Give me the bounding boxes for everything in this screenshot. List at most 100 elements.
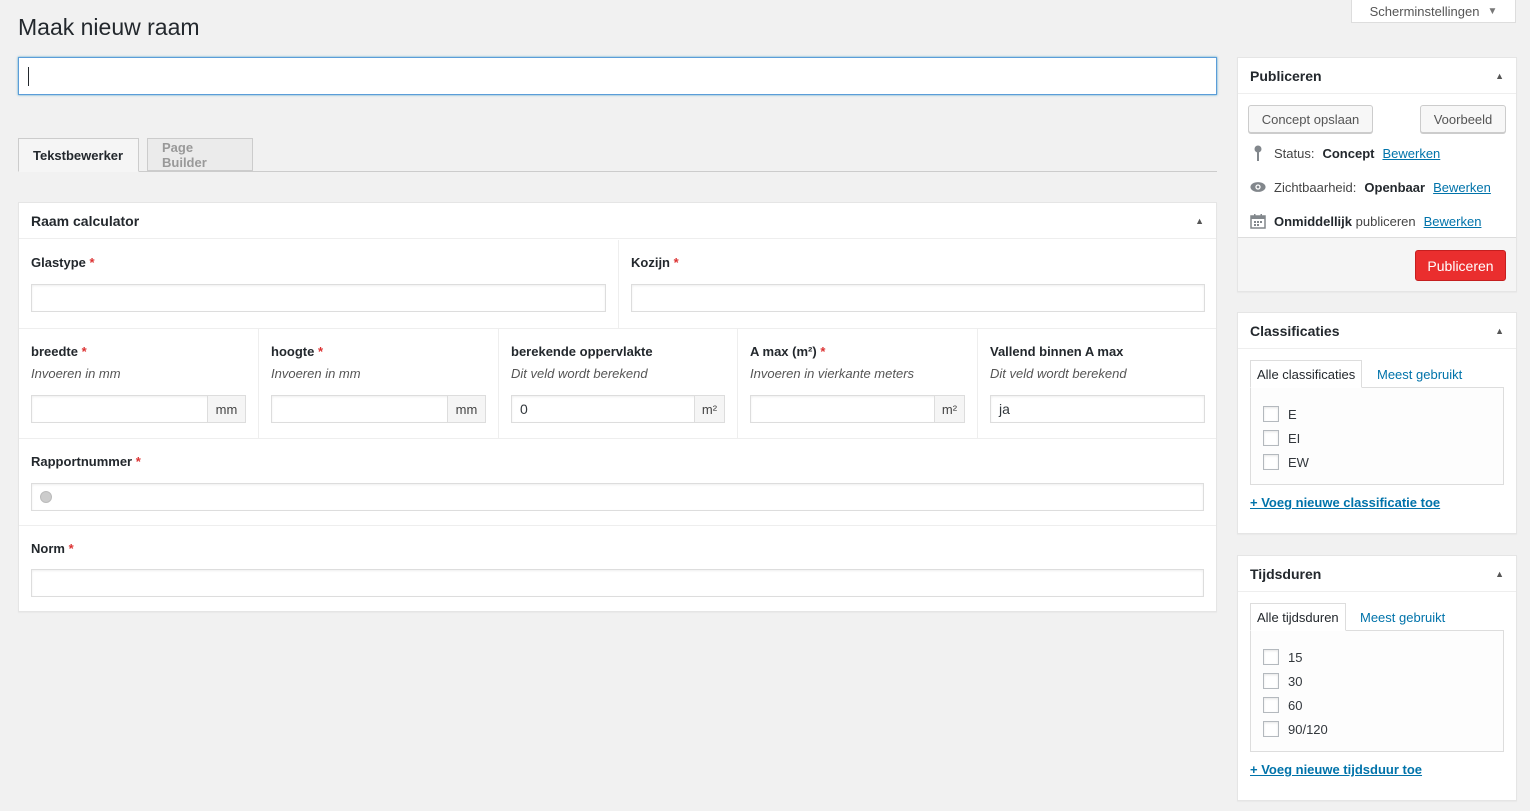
text-caret (28, 67, 29, 86)
unit-append: m² (934, 396, 964, 422)
required-mark: * (317, 344, 324, 359)
checkbox[interactable] (1263, 649, 1279, 665)
checkbox[interactable] (1263, 697, 1279, 713)
breedte-hint: Invoeren in mm (31, 366, 121, 381)
row-glastype-kozijn: Glastype * Kozijn * (19, 240, 1216, 329)
kozijn-label: Kozijn (631, 255, 670, 270)
rapportnummer-input[interactable] (31, 483, 1204, 511)
status-value: Concept (1322, 145, 1375, 161)
amax-hint: Invoeren in vierkante meters (750, 366, 915, 381)
publish-box: Publiceren ▲ Concept opslaan Voorbeeld S… (1237, 57, 1517, 292)
box-title: Publiceren (1250, 67, 1322, 84)
amax-input[interactable]: m² (750, 395, 965, 423)
tijdsduren-box: Tijdsduren ▲ Alle tijdsduren Meest gebru… (1237, 555, 1517, 801)
classificaties-list: E EI EW (1250, 387, 1504, 485)
checklist-item[interactable]: 15 (1263, 645, 1491, 669)
publish-button[interactable]: Publiceren (1415, 250, 1506, 281)
unit-append: mm (207, 396, 245, 422)
oppervlakte-label: berekende oppervlakte (511, 344, 653, 359)
row-rapportnummer: Rapportnummer * (19, 439, 1216, 526)
checkbox[interactable] (1263, 454, 1279, 470)
hoogte-label: hoogte (271, 344, 315, 359)
checklist-item[interactable]: 90/120 (1263, 717, 1491, 741)
classificaties-header[interactable]: Classificaties ▲ (1238, 313, 1516, 349)
visibility-row: Zichtbaarheid: Openbaar Bewerken (1250, 179, 1491, 195)
checkbox[interactable] (1263, 673, 1279, 689)
checkbox[interactable] (1263, 430, 1279, 446)
tab-alle-tijdsduren[interactable]: Alle tijdsduren (1250, 603, 1346, 631)
rapportnummer-label: Rapportnummer (31, 454, 133, 469)
calendar-icon (1250, 213, 1266, 229)
publish-header[interactable]: Publiceren ▲ (1238, 58, 1516, 94)
save-draft-button[interactable]: Concept opslaan (1248, 105, 1373, 133)
preview-button[interactable]: Voorbeeld (1420, 105, 1506, 133)
checklist-item[interactable]: E (1263, 402, 1491, 426)
screen-options-label: Scherminstellingen (1369, 3, 1480, 19)
checklist-item[interactable]: 30 (1263, 669, 1491, 693)
edit-schedule-link[interactable]: Bewerken (1424, 214, 1482, 229)
kozijn-input[interactable] (631, 284, 1205, 312)
field-rapportnummer: Rapportnummer * (19, 439, 1216, 525)
hoogte-input[interactable]: mm (271, 395, 486, 423)
checkbox[interactable] (1263, 406, 1279, 422)
box-title: Raam calculator (31, 212, 140, 229)
tab-meest-gebruikt[interactable]: Meest gebruikt (1371, 360, 1468, 388)
box-title: Classificaties (1250, 322, 1340, 339)
collapse-icon[interactable]: ▲ (1495, 71, 1504, 81)
field-norm: Norm * (19, 526, 1216, 612)
publish-footer: Publiceren (1238, 237, 1516, 291)
tab-tekstbewerker[interactable]: Tekstbewerker (18, 138, 139, 172)
norm-input[interactable] (31, 569, 1204, 597)
edit-visibility-link[interactable]: Bewerken (1433, 180, 1491, 195)
visibility-value: Openbaar (1364, 179, 1426, 195)
glastype-input[interactable] (31, 284, 606, 312)
tab-meest-gebruikt[interactable]: Meest gebruikt (1354, 603, 1451, 631)
tijdsduren-list: 15 30 60 90/120 (1250, 630, 1504, 752)
raam-calculator-header[interactable]: Raam calculator ▲ (19, 203, 1216, 239)
required-mark: * (135, 454, 141, 469)
collapse-icon[interactable]: ▲ (1495, 326, 1504, 336)
tab-page-builder[interactable]: Page Builder (147, 138, 253, 171)
tijdsduren-header[interactable]: Tijdsduren ▲ (1238, 556, 1516, 592)
collapse-icon[interactable]: ▲ (1195, 216, 1204, 226)
required-mark: * (820, 344, 826, 359)
breedte-input[interactable]: mm (31, 395, 246, 423)
checklist-item[interactable]: EI (1263, 426, 1491, 450)
page-title: Maak nieuw raam (18, 14, 200, 40)
required-mark: * (68, 541, 74, 556)
edit-status-link[interactable]: Bewerken (1382, 146, 1440, 161)
field-kozijn: Kozijn * (619, 240, 1217, 328)
eye-icon (1250, 179, 1266, 195)
classificaties-box: Classificaties ▲ Alle classificaties Mee… (1237, 312, 1517, 534)
norm-label: Norm (31, 541, 65, 556)
add-classificatie-link[interactable]: + Voeg nieuwe classificatie toe (1250, 495, 1440, 510)
glastype-label: Glastype (31, 255, 86, 270)
caret-down-icon: ▼ (1487, 5, 1498, 17)
title-input[interactable] (18, 57, 1217, 95)
field-hoogte: hoogte * Invoeren in mm mm (259, 329, 499, 438)
status-row: Status: Concept Bewerken (1250, 145, 1440, 161)
checklist-item[interactable]: 60 (1263, 693, 1491, 717)
schedule-strong: Onmiddellijk (1274, 213, 1353, 229)
row-dimensions: breedte * Invoeren in mm mm hoogte * Inv… (19, 329, 1216, 439)
add-tijdsduur-link[interactable]: + Voeg nieuwe tijdsduur toe (1250, 762, 1422, 777)
unit-append: m² (694, 396, 724, 422)
vallend-input[interactable]: ja (990, 395, 1205, 423)
vallend-label: Vallend binnen A max (990, 344, 1124, 359)
globe-icon (40, 491, 52, 503)
tab-alle-classificaties[interactable]: Alle classificaties (1250, 360, 1363, 388)
hoogte-hint: Invoeren in mm (271, 366, 361, 381)
collapse-icon[interactable]: ▲ (1495, 569, 1504, 579)
field-oppervlakte: berekende oppervlakte Dit veld wordt ber… (499, 329, 738, 438)
screen-options-button[interactable]: Scherminstellingen ▼ (1351, 0, 1516, 23)
amax-label: A max (m²) (750, 344, 817, 359)
field-glastype: Glastype * (19, 240, 619, 328)
field-breedte: breedte * Invoeren in mm mm (19, 329, 259, 438)
checklist-item[interactable]: EW (1263, 450, 1491, 474)
checkbox[interactable] (1263, 721, 1279, 737)
raam-calculator-box: Raam calculator ▲ Glastype * Kozijn * br… (18, 202, 1217, 612)
oppervlakte-hint: Dit veld wordt berekend (511, 366, 648, 381)
status-label: Status: (1274, 145, 1315, 161)
oppervlakte-input[interactable]: 0 m² (511, 395, 725, 423)
required-mark: * (81, 344, 87, 359)
